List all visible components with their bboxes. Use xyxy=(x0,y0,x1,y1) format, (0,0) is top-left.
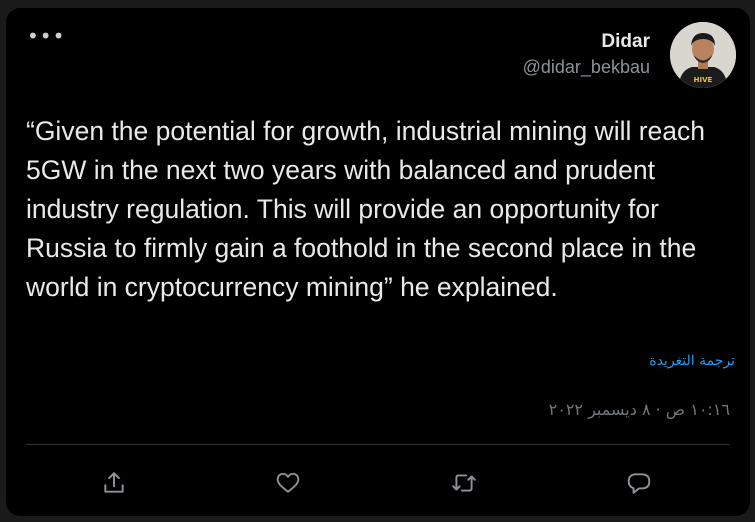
action-bar xyxy=(6,463,750,503)
author-name[interactable]: Didar xyxy=(523,30,650,54)
avatar-shirt-text: HIVE xyxy=(694,76,713,84)
heart-icon xyxy=(276,472,300,493)
tweet-card: ••• Didar @didar_bekbau HIVE “Given the … xyxy=(6,8,750,516)
reply-button[interactable] xyxy=(619,463,659,503)
tweet-text: “Given the potential for growth, industr… xyxy=(26,116,706,302)
more-options-icon[interactable]: ••• xyxy=(27,26,65,46)
like-button[interactable] xyxy=(268,463,308,503)
author-info[interactable]: Didar @didar_bekbau xyxy=(523,30,650,80)
tweet-timestamp[interactable]: ١٠:١٦ ص · ٨ ديسمبر ٢٠٢٢ xyxy=(549,400,730,419)
divider xyxy=(26,444,730,445)
translate-tweet-link[interactable]: ترجمة التغريدة xyxy=(649,353,735,369)
share-button[interactable] xyxy=(94,463,134,503)
avatar-image: HIVE xyxy=(670,22,736,88)
avatar[interactable]: HIVE xyxy=(670,22,736,88)
reply-icon xyxy=(627,473,651,494)
retweet-icon xyxy=(452,474,476,492)
retweet-button[interactable] xyxy=(444,463,484,503)
author-handle[interactable]: @didar_bekbau xyxy=(523,54,650,80)
share-icon xyxy=(104,472,124,493)
